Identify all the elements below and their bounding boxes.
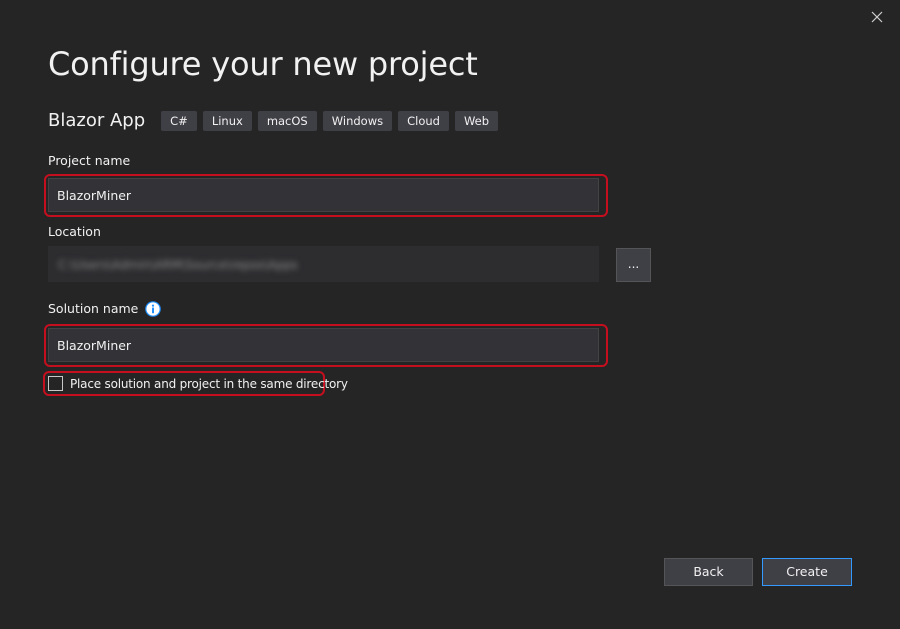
same-directory-label[interactable]: Place solution and project in the same d… bbox=[70, 377, 348, 391]
back-button[interactable]: Back bbox=[664, 558, 753, 586]
location-label: Location bbox=[48, 224, 101, 239]
project-name-label: Project name bbox=[48, 153, 131, 168]
browse-button[interactable]: ... bbox=[616, 248, 651, 282]
location-input[interactable]: C:\Users\Admin\ARM\Source\repos\Apps bbox=[48, 246, 599, 282]
solution-name-label: Solution name bbox=[48, 301, 139, 316]
configure-project-dialog: Configure your new project Blazor App C#… bbox=[0, 0, 900, 629]
tag-macos: macOS bbox=[257, 111, 317, 131]
template-tags: C# Linux macOS Windows Cloud Web bbox=[161, 111, 499, 131]
info-icon[interactable] bbox=[145, 301, 162, 317]
close-button[interactable] bbox=[866, 6, 888, 28]
project-name-input[interactable] bbox=[48, 178, 599, 212]
same-directory-option[interactable]: Place solution and project in the same d… bbox=[48, 375, 348, 392]
same-directory-checkbox[interactable] bbox=[48, 376, 63, 391]
location-value: C:\Users\Admin\ARM\Source\repos\Apps bbox=[58, 258, 298, 272]
solution-name-label-row: Solution name bbox=[48, 301, 162, 317]
tag-windows: Windows bbox=[322, 111, 393, 131]
page-title: Configure your new project bbox=[48, 45, 478, 83]
tag-web: Web bbox=[454, 111, 499, 131]
tag-cloud: Cloud bbox=[398, 111, 449, 131]
tag-csharp: C# bbox=[161, 111, 197, 131]
template-name: Blazor App bbox=[48, 110, 146, 131]
solution-name-input[interactable] bbox=[48, 328, 599, 362]
create-button[interactable]: Create bbox=[762, 558, 852, 586]
tag-linux: Linux bbox=[202, 111, 252, 131]
template-info: Blazor App C# Linux macOS Windows Cloud … bbox=[48, 109, 499, 133]
close-icon bbox=[871, 11, 883, 23]
